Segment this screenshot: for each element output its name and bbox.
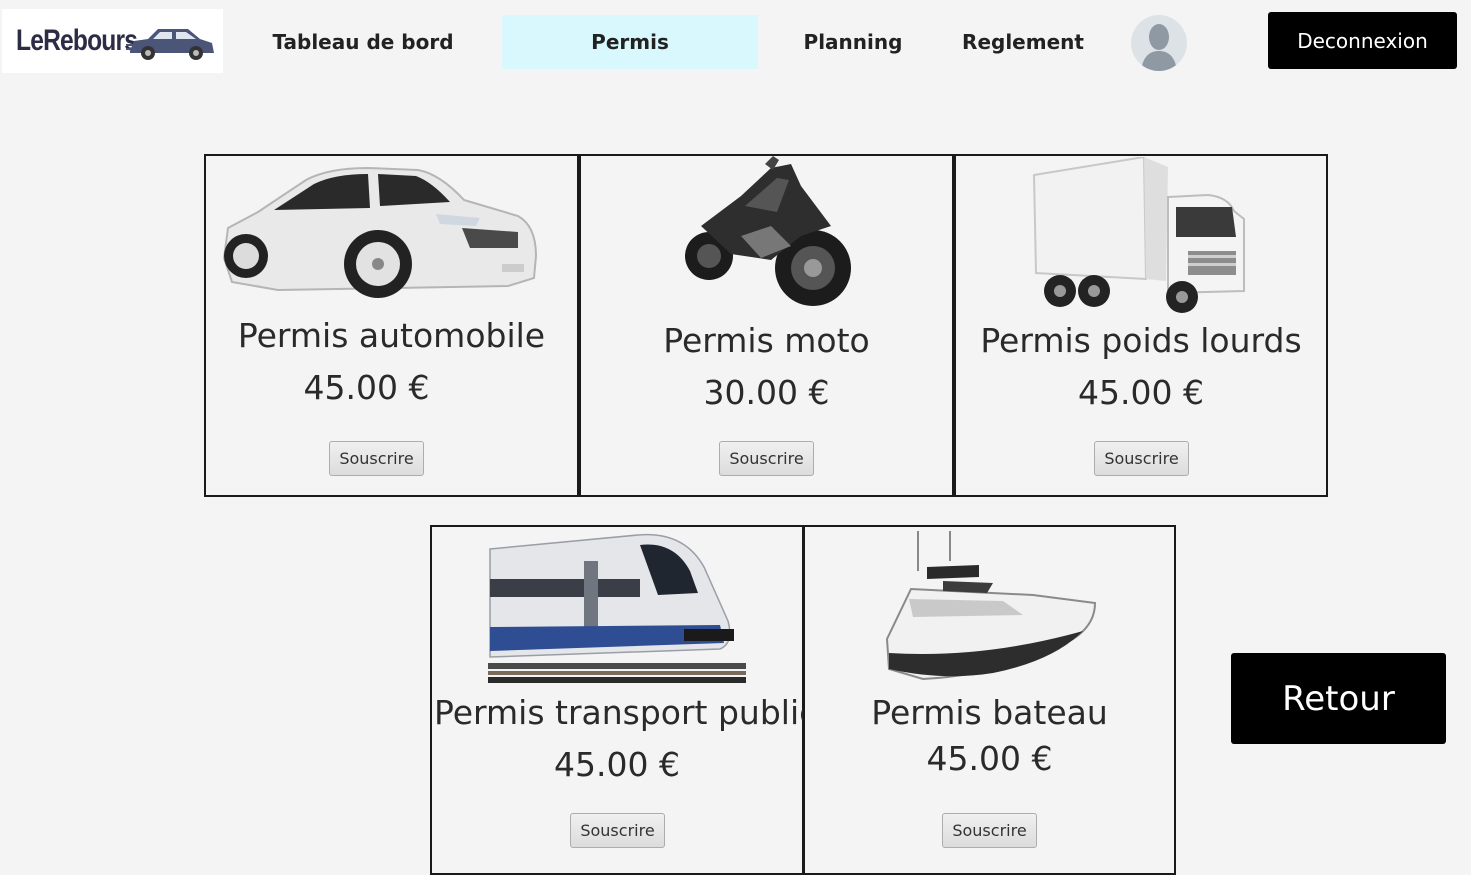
nav-planning[interactable]: Planning — [790, 16, 916, 68]
user-avatar-icon[interactable] — [1131, 15, 1187, 71]
permit-card-moto: Permis moto 30.00 € Souscrire — [579, 154, 954, 497]
permit-price: 45.00 € — [554, 745, 680, 784]
car-icon — [126, 29, 214, 60]
train-icon — [488, 533, 746, 683]
logout-button[interactable]: Deconnexion — [1268, 12, 1457, 69]
permit-price: 30.00 € — [703, 373, 830, 412]
brand-name: LeRebours — [16, 24, 138, 57]
nav-label: Tableau de bord — [272, 30, 454, 54]
nav-label: Permis — [591, 30, 669, 54]
boat-icon — [885, 531, 1097, 681]
permit-card-poids-lourds: Permis poids lourds 45.00 € Souscrire — [954, 154, 1328, 497]
car-icon — [222, 166, 538, 298]
permit-price: 45.00 € — [926, 739, 1053, 778]
permit-title: Permis poids lourds — [980, 321, 1302, 360]
nav-reglement[interactable]: Reglement — [953, 16, 1093, 68]
permit-card-bateau: Permis bateau 45.00 € Souscrire — [803, 525, 1176, 875]
nav-label: Planning — [803, 30, 903, 54]
permit-price: 45.00 € — [303, 368, 430, 407]
nav-tableau-de-bord[interactable]: Tableau de bord — [262, 16, 464, 68]
permit-card-transport-public: Permis transport public 45.00 € Souscrir… — [430, 525, 818, 875]
permit-title: Permis transport public — [434, 693, 818, 732]
truck-icon — [1032, 157, 1245, 313]
subscribe-button[interactable]: Souscrire — [570, 813, 665, 848]
subscribe-button[interactable]: Souscrire — [329, 441, 424, 476]
permit-title: Permis moto — [663, 321, 870, 360]
nav-label: Reglement — [962, 30, 1084, 54]
nav-permis[interactable]: Permis — [502, 15, 758, 69]
permit-price: 45.00 € — [1078, 373, 1204, 412]
subscribe-button[interactable]: Souscrire — [1094, 441, 1189, 476]
permit-title: Permis automobile — [237, 316, 546, 355]
brand-logo[interactable]: LeRebours — [2, 9, 223, 73]
subscribe-button[interactable]: Souscrire — [719, 441, 814, 476]
motorcycle-icon — [685, 156, 851, 306]
permit-title: Permis bateau — [871, 693, 1108, 732]
subscribe-button[interactable]: Souscrire — [942, 813, 1037, 848]
permit-card-automobile: Permis automobile 45.00 € Souscrire — [204, 154, 579, 497]
back-button[interactable]: Retour — [1231, 653, 1446, 744]
